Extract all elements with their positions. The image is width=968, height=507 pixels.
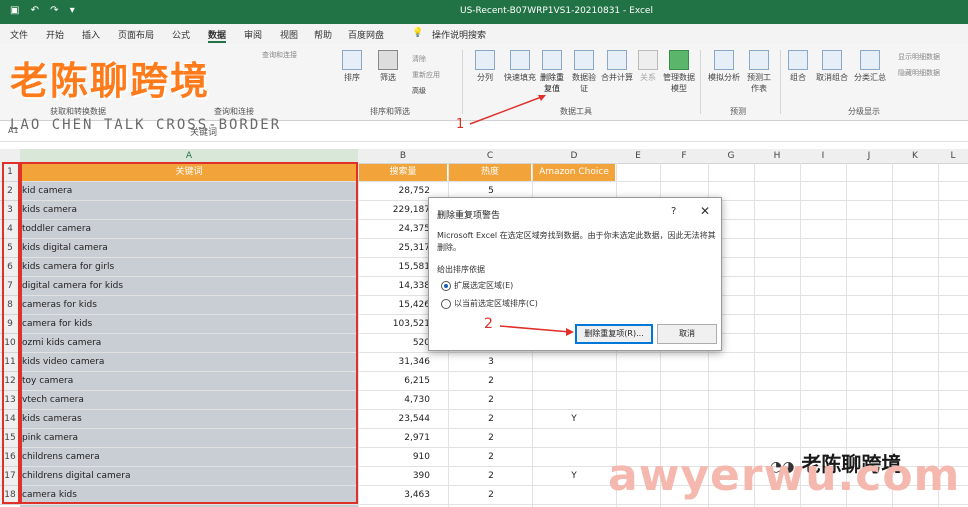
arrow-to-remove-duplicates	[469, 95, 545, 125]
arrow-head-icon	[566, 328, 574, 336]
arrow-to-confirm-button	[499, 325, 571, 333]
annotation-number-2: 2	[484, 316, 493, 332]
annotation-arrows	[469, 95, 574, 336]
annotation-number-1: 1	[456, 117, 465, 132]
site-watermark: awyerwu.com	[608, 450, 961, 501]
